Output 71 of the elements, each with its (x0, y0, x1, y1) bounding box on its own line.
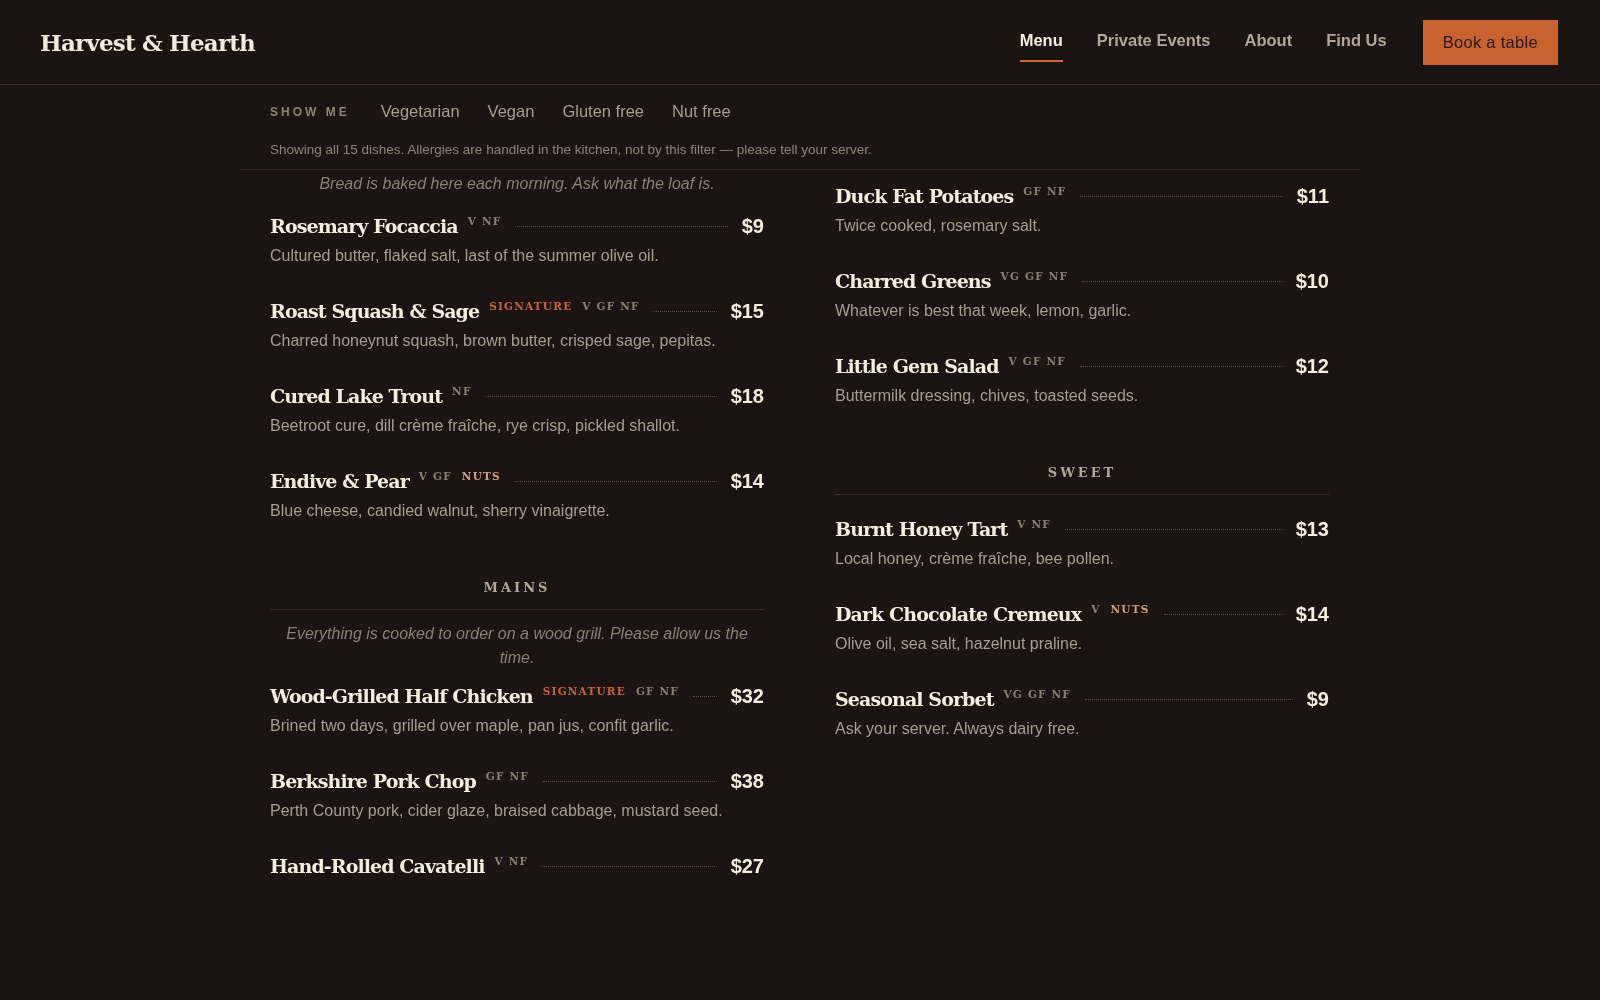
dish-name: Burnt Honey Tart (835, 518, 1008, 540)
filter-option[interactable]: Nut free (667, 99, 736, 124)
dietary-tags: GF NF (635, 685, 680, 697)
dish-price: $14 (1295, 603, 1329, 626)
dish-price: $32 (730, 685, 764, 708)
nav-link[interactable]: Private Events (1096, 22, 1211, 62)
allergen-tag: NUTS (1110, 603, 1150, 615)
dish-name: Berkshire Pork Chop (270, 770, 476, 792)
dish-name: Duck Fat Potatoes (835, 185, 1014, 207)
dish-price: $27 (730, 855, 764, 878)
signature-tag: SIGNATURE (542, 685, 626, 697)
dish-description: Blue cheese, candied walnut, sherry vinaigrette. (270, 501, 611, 521)
filter-option[interactable]: Vegan (482, 99, 540, 124)
dish-price: $18 (730, 385, 764, 408)
dietary-tags: V NF (467, 215, 502, 227)
nav-link[interactable]: Menu (1019, 22, 1063, 62)
filter-note: Showing all 15 dishes. Allergies are handled in the kitchen, not by this filter — please tell your server. (270, 142, 873, 157)
nav-link[interactable]: About (1244, 22, 1293, 62)
book-table-button[interactable]: Book a table (1422, 19, 1558, 65)
dish-name: Wood-Grilled Half Chicken (270, 685, 533, 707)
filter-label: SHOW ME (270, 104, 350, 119)
dietary-tags: GF NF (485, 770, 529, 782)
dish-name: Cured Lake Trout (270, 385, 443, 407)
dish-description: Brined two days, grilled over maple, pan jus, confit garlic. (270, 716, 675, 736)
dish-description: Olive oil, sea salt, hazelnut praline. (835, 634, 1084, 654)
signature-tag: SIGNATURE (489, 300, 573, 312)
dish-name: Hand-Rolled Cavatelli (270, 855, 485, 877)
section-heading: SWEET (835, 465, 1329, 495)
dish-price: $10 (1295, 270, 1329, 293)
section-heading: MAINS (270, 580, 764, 610)
dish-price: $38 (730, 770, 764, 793)
section-note: Bread is baked here each morning. Ask what the loaf is. (318, 174, 716, 194)
dish-name: Roast Squash & Sage (270, 300, 480, 322)
dish-description: Perth County pork, cider glaze, braised cabbage, mustard seed. (270, 801, 724, 821)
dietary-tags: GF NF (1023, 185, 1067, 197)
dish-price: $9 (741, 215, 764, 238)
dish-description: Charred honeynut squash, brown butter, crisped sage, pepitas. (270, 331, 717, 351)
dish-price: $14 (730, 470, 764, 493)
dietary-tags: VG GF NF (1000, 270, 1069, 282)
dietary-tags: NF (452, 385, 472, 397)
dish-price: $13 (1295, 518, 1329, 541)
dietary-tags: V (1091, 603, 1101, 615)
dietary-tags: V GF (418, 470, 452, 482)
allergen-tag: NUTS (461, 470, 501, 482)
dietary-tags: VG GF NF (1003, 688, 1071, 700)
section-note: Everything is cooked to order on a wood grill. Please allow us the time. (285, 624, 749, 668)
dish-name: Endive & Pear (270, 470, 409, 492)
dish-description: Twice cooked, rosemary salt. (835, 216, 1043, 236)
dish-description: Beetroot cure, dill crème fraîche, rye crisp, pickled shallot. (270, 416, 681, 436)
dietary-tags: V GF NF (582, 300, 640, 312)
dish-name: Dark Chocolate Cremeux (835, 603, 1082, 625)
dietary-tags: V NF (1017, 518, 1051, 530)
dish-description: Cultured butter, flaked salt, last of the summer olive oil. (270, 246, 660, 266)
filter-option[interactable]: Vegetarian (375, 99, 465, 124)
dish-price: $12 (1295, 355, 1329, 378)
dish-price: $9 (1306, 688, 1329, 711)
nav-link[interactable]: Find Us (1326, 22, 1387, 62)
dish-price: $11 (1296, 185, 1329, 208)
dish-name: Little Gem Salad (835, 355, 999, 377)
dish-description: Whatever is best that week, lemon, garlic. (835, 301, 1133, 321)
dietary-tags: V GF NF (1008, 355, 1066, 367)
dish-name: Rosemary Focaccia (270, 215, 458, 237)
restaurant-logo[interactable]: Harvest & Hearth (40, 28, 256, 56)
filter-option[interactable]: Gluten free (557, 99, 650, 124)
dish-description: Ask your server. Always dairy free. (835, 719, 1081, 739)
dish-price: $15 (730, 300, 764, 323)
dish-name: Seasonal Sorbet (835, 688, 994, 710)
dish-name: Charred Greens (835, 270, 991, 292)
dietary-tags: V NF (494, 855, 529, 867)
dish-description: Local honey, crème fraîche, bee pollen. (835, 549, 1115, 569)
dish-description: Buttermilk dressing, chives, toasted seeds. (835, 386, 1140, 406)
